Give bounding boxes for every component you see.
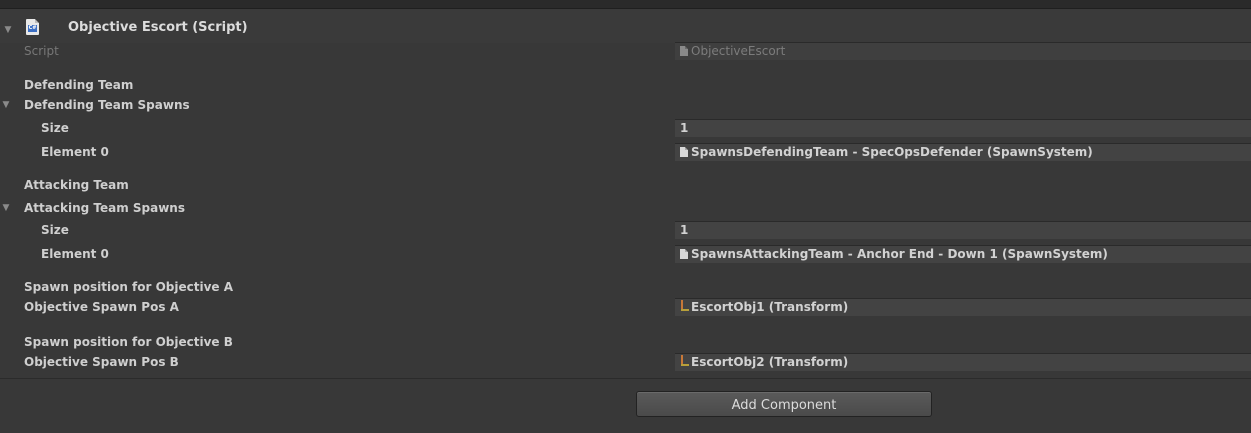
- script-field-value: ObjectiveEscort: [691, 44, 786, 58]
- script-field[interactable]: ObjectiveEscort: [675, 42, 1251, 60]
- defending-element0-label: Element 0: [41, 145, 109, 159]
- script-label: Script: [24, 44, 59, 58]
- objective-a-label: Objective Spawn Pos A: [24, 300, 179, 314]
- attacking-element0-value: SpawnsAttackingTeam - Anchor End - Down …: [691, 247, 1108, 261]
- cs-tag: C#: [28, 25, 37, 32]
- component-foldout-arrow-icon[interactable]: ▼: [2, 23, 14, 37]
- defending-size-value: 1: [680, 121, 689, 135]
- add-component-button[interactable]: Add Component: [636, 391, 932, 417]
- defending-element0-field[interactable]: SpawnsDefendingTeam - SpecOpsDefender (S…: [675, 143, 1251, 161]
- attacking-size-label: Size: [41, 223, 69, 237]
- objective-a-field[interactable]: EscortObj1 (Transform): [675, 298, 1251, 316]
- attacking-size-value: 1: [680, 223, 689, 237]
- script-file-icon: [680, 45, 688, 56]
- defending-element0-value: SpawnsDefendingTeam - SpecOpsDefender (S…: [691, 145, 1093, 159]
- defending-spawns-label[interactable]: Defending Team Spawns: [24, 97, 190, 113]
- csharp-script-icon: C#: [26, 19, 39, 35]
- objective-b-value: EscortObj2 (Transform): [691, 355, 849, 369]
- objective-b-header: Spawn position for Objective B: [24, 335, 233, 349]
- attacking-size-input[interactable]: 1: [675, 221, 1251, 239]
- attacking-spawns-label[interactable]: Attacking Team Spawns: [24, 200, 185, 216]
- script-file-icon: [680, 248, 688, 259]
- script-file-icon: [680, 146, 688, 157]
- transform-icon: [679, 300, 689, 312]
- attacking-team-header: Attacking Team: [24, 178, 129, 192]
- objective-a-header: Spawn position for Objective A: [24, 280, 234, 294]
- inspector-footer: [0, 379, 1251, 433]
- attacking-spawns-foldout-arrow-icon[interactable]: ▼: [0, 201, 12, 215]
- icon-corner: [35, 19, 39, 23]
- defending-size-input[interactable]: 1: [675, 119, 1251, 137]
- component-title: Objective Escort (Script): [68, 20, 248, 35]
- inspector-top-bar: [0, 0, 1251, 8]
- defending-team-header: Defending Team: [24, 78, 134, 92]
- objective-a-value: EscortObj1 (Transform): [691, 300, 849, 314]
- transform-icon: [679, 355, 689, 367]
- defending-size-label: Size: [41, 121, 69, 135]
- objective-b-label: Objective Spawn Pos B: [24, 355, 179, 369]
- objective-b-field[interactable]: EscortObj2 (Transform): [675, 353, 1251, 371]
- attacking-element0-field[interactable]: SpawnsAttackingTeam - Anchor End - Down …: [675, 245, 1251, 263]
- defending-spawns-foldout-arrow-icon[interactable]: ▼: [0, 98, 12, 112]
- attacking-element0-label: Element 0: [41, 247, 109, 261]
